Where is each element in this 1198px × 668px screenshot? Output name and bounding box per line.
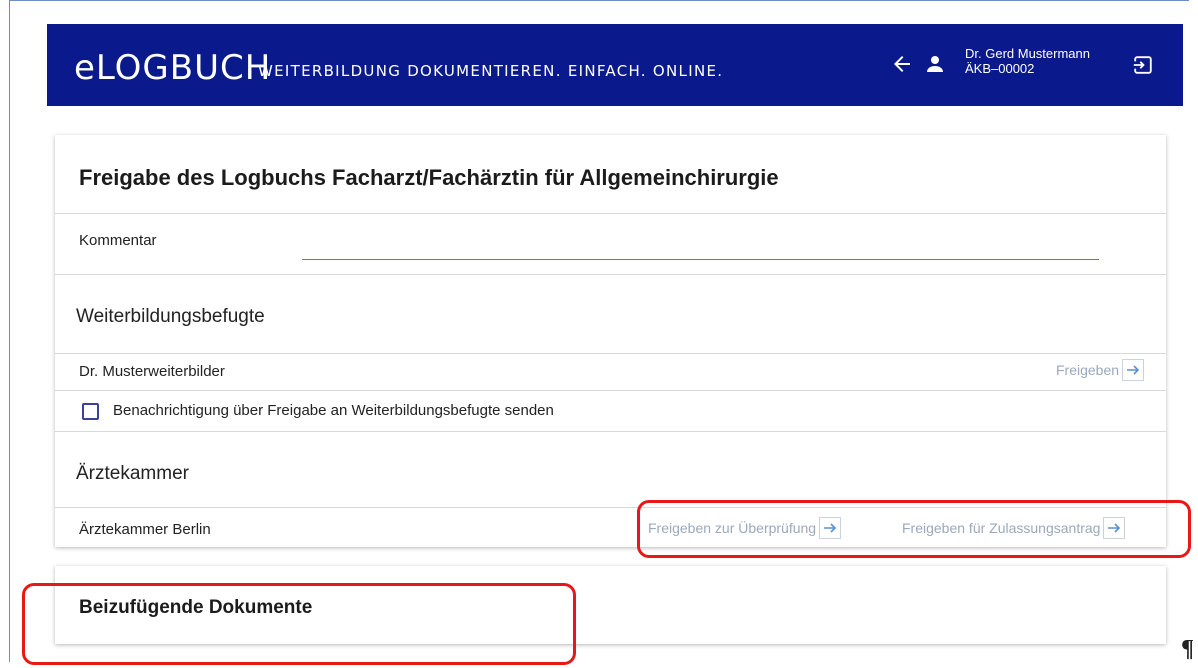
arrow-right-icon [1122,359,1145,381]
divider [55,274,1166,275]
pilcrow-mark: ¶ [1181,636,1194,662]
app-logo[interactable]: eLOGBUCH [74,48,271,88]
comment-input[interactable] [302,235,1099,260]
logout-icon[interactable] [1132,54,1154,76]
divider [55,431,1166,432]
app-header: eLOGBUCH WEITERBILDUNG DOKUMENTIEREN. EI… [47,24,1183,106]
notify-checkbox[interactable] [82,403,99,420]
trainer-release-button[interactable]: Freigeben [1056,359,1145,381]
trainers-heading: Weiterbildungsbefugte [76,306,265,327]
page-title: Freigabe des Logbuchs Facharzt/Fachärzti… [79,165,779,190]
release-card: Freigabe des Logbuchs Facharzt/Fachärzti… [55,135,1166,547]
notify-label[interactable]: Benachrichtigung über Freigabe an Weiter… [113,402,554,419]
trainer-name: Dr. Musterweiterbilder [79,363,225,380]
arrow-left-icon[interactable] [890,52,914,76]
trainer-release-label: Freigeben [1056,362,1120,378]
chamber-name: Ärztekammer Berlin [79,521,211,538]
highlight-chamber-actions [637,500,1191,558]
chamber-heading: Ärztekammer [76,463,189,484]
highlight-documents-title [22,583,576,665]
divider [55,390,1166,391]
person-icon [927,56,943,72]
user-name[interactable]: Dr. Gerd Mustermann [965,46,1090,61]
divider [55,353,1166,354]
comment-label: Kommentar [79,232,157,249]
divider [55,213,1166,214]
app-tagline: WEITERBILDUNG DOKUMENTIEREN. EINFACH. ON… [258,62,724,80]
user-id: ÄKB–00002 [965,61,1035,76]
